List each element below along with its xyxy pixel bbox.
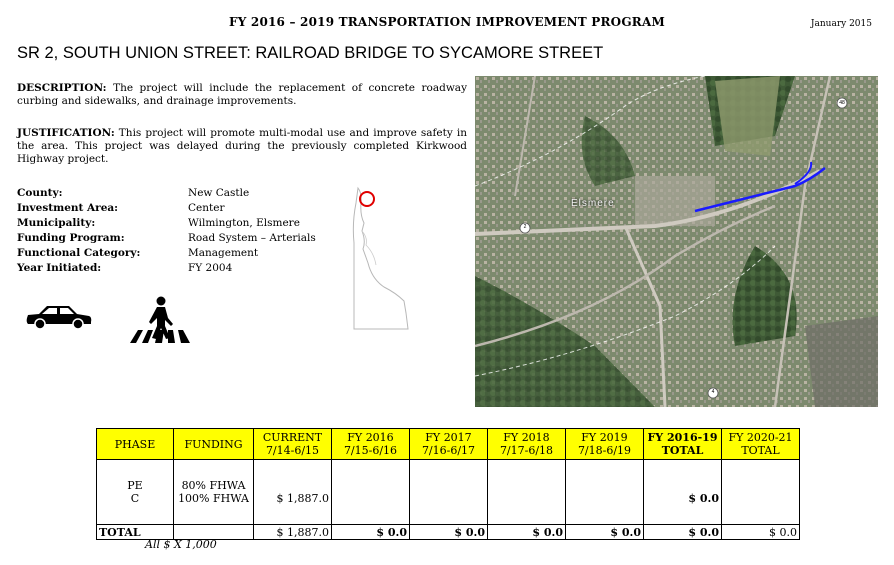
- header-fy2018: FY 2018 7/17-6/18: [487, 428, 566, 460]
- investment-area-label: Investment Area:: [17, 202, 119, 214]
- fy16-19-total-cell: $ 0.0: [643, 459, 722, 525]
- fy20-21-total-cell: [721, 459, 800, 525]
- table-row: PE C 80% FHWA 100% FHWA $ 1,887.0 $ 0.0: [96, 459, 800, 525]
- header-fy2019: FY 2019 7/18-6/19: [565, 428, 644, 460]
- header-funding: FUNDING: [173, 428, 254, 460]
- header-current: CURRENT 7/14-6/15: [253, 428, 332, 460]
- project-title: SR 2, SOUTH UNION STREET: RAILROAD BRIDG…: [17, 44, 604, 62]
- fy2018-cell: [487, 459, 566, 525]
- year-initiated-label: Year Initiated:: [17, 262, 102, 274]
- year-initiated-value: FY 2004: [188, 262, 233, 274]
- fy2019-cell: [565, 459, 644, 525]
- functional-category-value: Management: [188, 247, 259, 259]
- header-fy2017: FY 2017 7/16-6/17: [409, 428, 488, 460]
- total-fy2017: $ 0.0: [409, 524, 488, 540]
- header-fy2020-21-total: FY 2020-21 TOTAL: [721, 428, 800, 460]
- description-paragraph: DESCRIPTION: The project will include th…: [17, 82, 467, 108]
- total-fy2016: $ 0.0: [331, 524, 410, 540]
- investment-area-value: Center: [188, 202, 225, 214]
- county-label: County:: [17, 187, 63, 199]
- total-fy2019: $ 0.0: [565, 524, 644, 540]
- header-fy2016-19-total: FY 2016-19 TOTAL: [643, 428, 722, 460]
- total-current: $ 1,887.0: [253, 524, 332, 540]
- phase-cell: PE C: [96, 459, 174, 525]
- map-place-label: Elsmere: [571, 198, 615, 209]
- funding-program-label: Funding Program:: [17, 232, 125, 244]
- municipality-label: Municipality:: [17, 217, 96, 229]
- table-header-row: PHASE FUNDING CURRENT 7/14-6/15 FY 2016 7/…: [96, 428, 800, 460]
- funding-cell: 80% FHWA 100% FHWA: [173, 459, 254, 525]
- description-label: DESCRIPTION:: [17, 82, 107, 94]
- funding-program-value: Road System – Arterials: [188, 232, 316, 244]
- aerial-map: Elsmere 2 48 4: [475, 76, 878, 407]
- current-cell: $ 1,887.0: [253, 459, 332, 525]
- justification-paragraph: JUSTIFICATION: This project will promote…: [17, 127, 467, 166]
- car-icon: [26, 306, 92, 330]
- municipality-value: Wilmington, Elsmere: [188, 217, 300, 229]
- justification-label: JUSTIFICATION:: [17, 127, 115, 139]
- route-shield-2: 2: [523, 224, 527, 230]
- delaware-locator-map-icon: [352, 186, 409, 330]
- route-shield-4: 4: [711, 389, 715, 395]
- route-shield-48: 48: [839, 100, 845, 106]
- functional-category-label: Functional Category:: [17, 247, 141, 259]
- document-date: January 2015: [810, 19, 872, 29]
- total-fy2018: $ 0.0: [487, 524, 566, 540]
- funding-table: PHASE FUNDING CURRENT 7/14-6/15 FY 2016 7/…: [96, 428, 800, 540]
- fy2016-cell: [331, 459, 410, 525]
- pedestrian-crossing-icon: [130, 296, 190, 343]
- fy2017-cell: [409, 459, 488, 525]
- header-fy2016: FY 2016 7/15-6/16: [331, 428, 410, 460]
- county-value: New Castle: [188, 187, 250, 199]
- funding-units-note: All $ X 1,000: [145, 538, 217, 551]
- total-fy16-19: $ 0.0: [643, 524, 722, 540]
- total-fy20-21: $ 0.0: [721, 524, 800, 540]
- header-phase: PHASE: [96, 428, 174, 460]
- program-title: FY 2016 – 2019 TRANSPORTATION IMPROVEMEN…: [229, 15, 665, 29]
